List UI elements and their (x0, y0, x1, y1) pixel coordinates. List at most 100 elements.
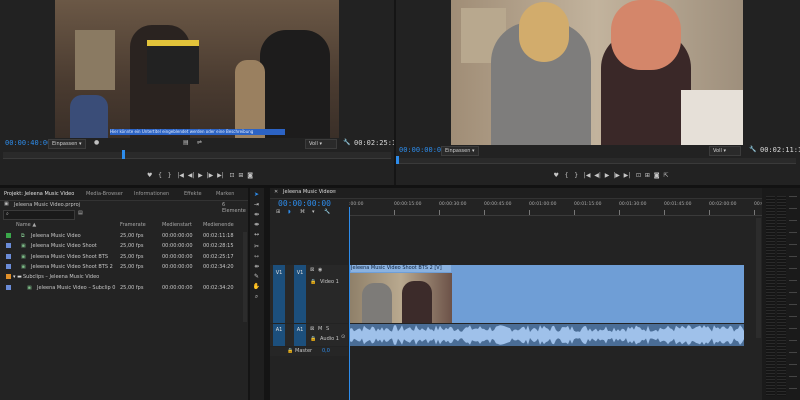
source-go-in-icon[interactable]: |◀ (177, 172, 184, 179)
audio-sync-lock-icon[interactable]: ⊠ (310, 326, 314, 332)
audio-source-patch[interactable]: A1 (273, 324, 285, 346)
pen-icon[interactable]: ✎ (252, 272, 261, 281)
program-step-forward-icon[interactable]: |▶ (613, 172, 620, 179)
master-volume-value[interactable]: 0,0 (322, 348, 330, 354)
program-add-marker-icon[interactable]: ♥ (554, 172, 559, 179)
master-lock-icon[interactable]: 🔒 (287, 348, 293, 354)
source-settings-icon[interactable]: 🔧 (343, 139, 350, 146)
add-marker-icon[interactable]: ▾ (312, 209, 315, 215)
program-video-frame[interactable] (451, 0, 743, 145)
source-insert-icon[interactable]: ⊡ (229, 172, 234, 179)
source-camera-icon[interactable]: ◙ (247, 172, 253, 179)
linked-selection-icon[interactable]: ⌘ (300, 209, 305, 215)
label-color-swatch[interactable] (6, 263, 11, 269)
label-color-swatch[interactable] (6, 253, 11, 259)
project-search-input[interactable]: ⌕ (3, 210, 75, 220)
program-lift-icon[interactable]: ⊡ (636, 172, 641, 179)
voiceover-record-icon[interactable]: ⊙ (341, 334, 345, 340)
time-ruler[interactable]: :00:00 00:00:15:00 00:00:30:00 00:00:45:00 0… (349, 201, 781, 216)
program-mark-out-icon[interactable]: } (574, 172, 578, 179)
video-clip[interactable]: Jeleena Music Video Shoot BTS 2 [V] (350, 265, 744, 323)
program-timecode-current[interactable]: 00:00:00:00 (399, 146, 445, 154)
sequence-tab-menu-icon[interactable]: ≡ (332, 189, 336, 195)
label-color-swatch[interactable] (6, 233, 11, 238)
program-mark-in-icon[interactable]: { (565, 172, 569, 179)
video-source-patch[interactable]: V1 (273, 265, 285, 323)
ripple-edit-icon[interactable]: ⇹ (252, 210, 261, 219)
video-target-patch[interactable]: V1 (294, 265, 306, 323)
source-export-icon[interactable]: ▤ (183, 139, 189, 146)
program-step-back-icon[interactable]: ◀| (594, 172, 601, 179)
program-settings-icon[interactable]: 🔧 (749, 146, 756, 153)
project-row[interactable]: ▣ Jeleena Music Video Shoot BTS 2 25,00 fp… (3, 262, 243, 272)
video-toggle-output-icon[interactable]: ◉ (318, 267, 322, 273)
source-mark-in-icon[interactable]: { (158, 172, 162, 179)
tab-markers[interactable]: Marken (216, 188, 234, 200)
tab-info[interactable]: Informationen (134, 188, 169, 200)
column-media-end[interactable]: Medienende (203, 221, 234, 230)
audio-mute-button[interactable]: M (318, 326, 322, 332)
program-export-icon[interactable]: ⇱ (663, 172, 668, 179)
video-lock-icon[interactable]: 🔒 (310, 279, 316, 285)
video-sync-lock-icon[interactable]: ⊠ (310, 267, 314, 273)
timeline-scrollbar[interactable] (756, 218, 761, 338)
project-scrollbar[interactable] (243, 232, 247, 322)
column-framerate[interactable]: Framerate (120, 221, 146, 230)
slip-icon[interactable]: ⇿ (252, 252, 261, 261)
source-step-forward-icon[interactable]: |▶ (207, 172, 214, 179)
label-color-swatch[interactable] (6, 274, 11, 280)
program-go-out-icon[interactable]: ▶| (624, 172, 631, 179)
tab-project[interactable]: Projekt: Jeleena Music Video (4, 188, 74, 200)
program-scrub-bar[interactable] (398, 158, 796, 164)
program-quality-dropdown[interactable]: Voll ▾ (709, 146, 741, 156)
sequence-close-icon[interactable]: ✕ (274, 189, 278, 195)
program-camera-icon[interactable]: ◙ (654, 172, 660, 179)
razor-icon[interactable]: ✂ (252, 242, 261, 251)
source-timecode-current[interactable]: 00:00:40:00 (5, 139, 51, 147)
source-playhead[interactable] (122, 150, 125, 159)
rolling-edit-icon[interactable]: ⇼ (252, 220, 261, 229)
slide-icon[interactable]: ⇻ (252, 262, 261, 271)
tab-media-browser[interactable]: Media-Browser (86, 188, 123, 200)
source-quality-dropdown[interactable]: Voll ▾ (305, 139, 337, 149)
project-row[interactable]: ⧉ Jeleena Music Video 25,00 fps 00:00:00:00… (3, 231, 243, 241)
project-row[interactable]: ▣ Jeleena Music Video Shoot BTS 25,00 fps 0… (3, 252, 243, 262)
tab-effects[interactable]: Effekte (184, 188, 202, 200)
source-add-marker-icon[interactable]: ♥ (147, 172, 152, 179)
label-color-swatch[interactable] (6, 243, 11, 249)
timeline-playhead[interactable] (349, 207, 350, 400)
project-row[interactable]: ▾ ▬ Subclips – Jeleena Music Video (3, 272, 243, 282)
source-mark-out-icon[interactable]: } (168, 172, 172, 179)
audio-solo-button[interactable]: S (326, 326, 329, 332)
source-go-out-icon[interactable]: ▶| (217, 172, 224, 179)
program-playhead[interactable] (396, 156, 399, 164)
rate-stretch-icon[interactable]: ↔ (252, 230, 261, 239)
selection-tool-icon[interactable]: ➤ (252, 190, 261, 199)
sequence-tab-title[interactable]: Jeleena Music Video (283, 189, 333, 195)
zoom-icon[interactable]: ⌕ (252, 292, 261, 301)
program-play-icon[interactable]: ▶ (605, 172, 610, 179)
column-media-start[interactable]: Medienstart (162, 221, 192, 230)
timeline-timecode[interactable]: 00:00:00:00 (278, 199, 331, 208)
project-row[interactable]: ▣ Jeleena Music Video Shoot 25,00 fps 00:00… (3, 241, 243, 251)
audio-target-patch[interactable]: A1 (294, 324, 306, 346)
label-color-swatch[interactable] (6, 284, 11, 290)
source-step-back-icon[interactable]: ◀| (188, 172, 195, 179)
track-select-icon[interactable]: ⇥ (252, 200, 261, 209)
new-bin-icon[interactable]: ▤ (78, 210, 83, 216)
snap-icon[interactable]: ◗ (288, 209, 291, 215)
source-overwrite-icon[interactable]: ⊞ (238, 172, 243, 179)
source-play-icon[interactable]: ▶ (198, 172, 203, 179)
source-fit-dropdown[interactable]: Einpassen ▾ (48, 139, 86, 149)
source-marker-icon[interactable]: ● (94, 139, 99, 146)
timeline-settings-icon[interactable]: 🔧 (324, 209, 330, 215)
project-row[interactable]: ▣ Jeleena Music Video – Subclip 0 25,00 fp… (3, 283, 243, 293)
program-fit-dropdown[interactable]: Einpassen ▾ (441, 146, 479, 156)
program-extract-icon[interactable]: ⊞ (645, 172, 650, 179)
source-video-frame[interactable]: Hier könnte ein Untertitel eingeblendet … (55, 0, 339, 138)
nest-icon[interactable]: ⊞ (276, 209, 280, 215)
source-scrub-bar[interactable] (3, 152, 391, 159)
program-go-in-icon[interactable]: |◀ (584, 172, 591, 179)
audio-clip[interactable] (350, 324, 744, 346)
source-drag-video-icon[interactable]: ⇌ (197, 139, 202, 146)
